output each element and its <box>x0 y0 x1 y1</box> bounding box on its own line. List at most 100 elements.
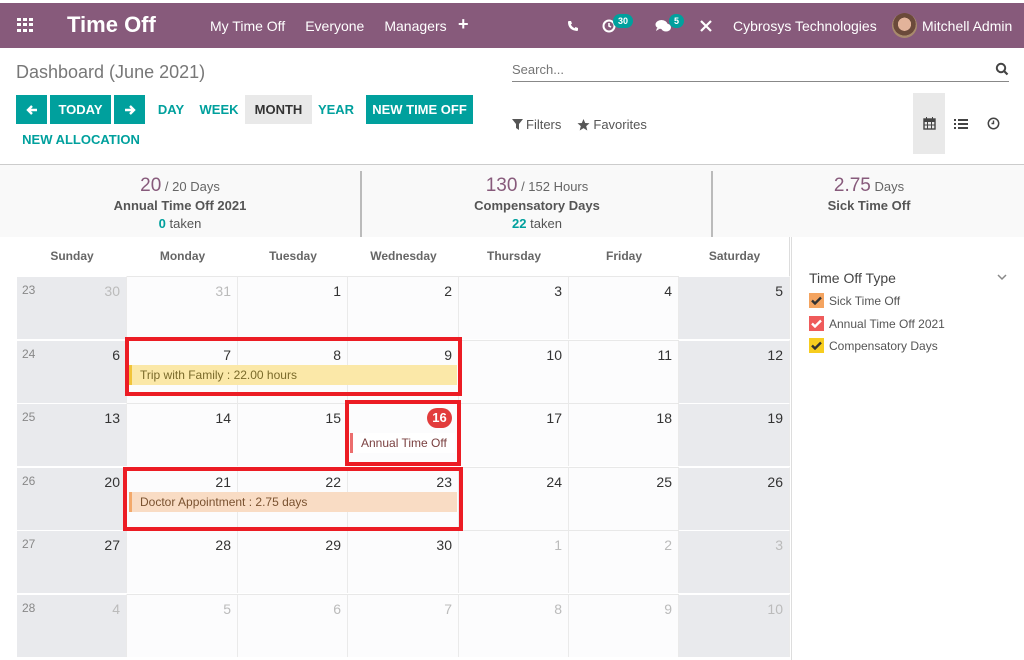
plus-icon[interactable]: + <box>458 14 469 35</box>
menu-everyone[interactable]: Everyone <box>305 18 364 34</box>
scale-year-button[interactable]: Year <box>314 95 358 124</box>
day-cell[interactable]: 3 <box>459 276 569 339</box>
user-menu[interactable]: Mitchell Admin <box>892 3 1012 48</box>
company-switcher[interactable]: Cybrosys Technologies <box>733 3 877 48</box>
day-number: 26 <box>767 473 783 490</box>
favorites-dropdown[interactable]: Favorites <box>577 117 647 132</box>
next-button[interactable] <box>114 95 145 124</box>
filter-section-title[interactable]: Time Off Type <box>809 270 896 286</box>
day-cell[interactable]: 30 <box>348 530 459 593</box>
day-cell[interactable]: 18 <box>569 403 679 466</box>
list-view-button[interactable] <box>945 93 977 154</box>
day-number: 7 <box>223 346 231 363</box>
search-options: Filters Favorites <box>512 117 663 132</box>
day-number: 10 <box>546 346 562 363</box>
day-cell[interactable]: 6 <box>238 593 348 657</box>
search-icon[interactable] <box>995 62 1009 76</box>
week-number: 26 <box>22 473 36 488</box>
day-cell[interactable]: 9 <box>569 593 679 657</box>
day-cell[interactable]: 25 13 <box>17 403 127 466</box>
event-annual-time-off[interactable]: Annual Time Off <box>350 433 455 453</box>
day-cell[interactable]: 23 30 <box>17 276 127 339</box>
day-cell[interactable]: 8 <box>459 593 569 657</box>
scale-week-button[interactable]: Week <box>196 95 242 124</box>
day-number: 4 <box>664 283 672 299</box>
day-cell[interactable]: 29 <box>238 530 348 593</box>
checkbox[interactable] <box>809 338 824 353</box>
filter-sick-time-off[interactable]: Sick Time Off <box>809 293 900 308</box>
day-number: 5 <box>775 283 783 299</box>
summary-suffix: / 20 Days <box>164 179 220 194</box>
clock-icon <box>987 117 999 130</box>
chevron-down-icon[interactable] <box>997 270 1007 284</box>
day-cell[interactable]: 11 <box>569 339 679 403</box>
today-button[interactable]: Today <box>50 95 111 124</box>
day-number: 27 <box>104 537 120 553</box>
day-cell[interactable]: 27 27 <box>17 530 127 593</box>
month-calendar: Sunday Monday Tuesday Wednesday Thursday Frid… <box>17 237 790 660</box>
scale-month-button[interactable]: Month <box>245 95 312 124</box>
filter-annual-time-off-2021[interactable]: Annual Time Off 2021 <box>809 316 945 331</box>
day-number: 3 <box>554 283 562 299</box>
day-cell[interactable]: 1 <box>238 276 348 339</box>
scale-day-button[interactable]: Day <box>150 95 192 124</box>
new-time-off-button[interactable]: New Time Off <box>366 95 473 124</box>
weekday-label: Thursday <box>486 249 541 263</box>
activity-button[interactable]: 30 <box>602 3 634 48</box>
day-number: 6 <box>333 600 341 617</box>
day-cell[interactable]: 17 <box>459 403 569 466</box>
app-title[interactable]: Time Off <box>67 12 156 38</box>
day-cell[interactable]: 1 <box>459 530 569 593</box>
day-cell[interactable]: 26 <box>679 466 790 530</box>
checkbox[interactable] <box>809 316 824 331</box>
arrow-right-icon <box>124 104 136 115</box>
menu-managers[interactable]: Managers <box>384 18 446 34</box>
day-cell[interactable]: 19 <box>679 403 790 466</box>
day-cell[interactable]: 26 20 <box>17 466 127 530</box>
filter-compensatory-days[interactable]: Compensatory Days <box>809 338 938 353</box>
day-cell[interactable]: 5 <box>127 593 238 657</box>
summary-name: Compensatory Days <box>474 198 600 213</box>
messages-button[interactable]: 5 <box>655 3 685 48</box>
search-input[interactable] <box>512 58 982 77</box>
day-cell[interactable]: 10 <box>679 593 790 657</box>
day-cell[interactable]: 28 <box>127 530 238 593</box>
calendar-view-button[interactable] <box>913 93 945 154</box>
activity-view-button[interactable] <box>977 93 1009 154</box>
day-cell[interactable]: 2 <box>569 530 679 593</box>
day-cell[interactable]: 14 <box>127 403 238 466</box>
day-cell[interactable]: 15 <box>238 403 348 466</box>
menu-my-time-off[interactable]: My Time Off <box>210 18 285 34</box>
day-cell[interactable]: 5 <box>679 276 790 339</box>
time-off-summary: 20 / 20 Days Annual Time Off 2021 0 take… <box>0 165 1024 237</box>
previous-button[interactable] <box>16 95 47 124</box>
day-number: 12 <box>767 346 783 363</box>
list-icon <box>954 118 968 129</box>
top-navbar: Time Off My Time Off Everyone Managers +… <box>0 3 1024 48</box>
day-number: 30 <box>436 537 452 553</box>
checkbox[interactable] <box>809 293 824 308</box>
day-cell[interactable]: 10 <box>459 339 569 403</box>
day-cell[interactable]: 2 <box>348 276 459 339</box>
day-cell[interactable]: 12 <box>679 339 790 403</box>
apps-menu-icon[interactable] <box>17 18 33 32</box>
debug-tools-icon[interactable] <box>699 3 713 48</box>
day-cell[interactable]: 4 <box>569 276 679 339</box>
phone-icon[interactable] <box>567 3 579 48</box>
summary-taken-value: 0 <box>158 216 166 231</box>
day-cell[interactable]: 3 <box>679 530 790 593</box>
event-doctor-appointment[interactable]: Doctor Appointment : 2.75 days <box>129 492 457 512</box>
event-trip-with-family[interactable]: Trip with Family : 22.00 hours <box>129 365 457 385</box>
new-allocation-button[interactable]: New Allocation <box>16 126 146 152</box>
day-cell[interactable]: 24 6 <box>17 339 127 403</box>
day-cell[interactable]: 28 4 <box>17 593 127 657</box>
filters-dropdown[interactable]: Filters <box>512 117 561 132</box>
day-cell[interactable]: 7 <box>348 593 459 657</box>
summary-name: Sick Time Off <box>827 198 911 213</box>
weekday-label: Friday <box>605 249 642 263</box>
calendar-icon <box>922 117 936 130</box>
day-cell[interactable]: 24 <box>459 466 569 530</box>
filter-label: Sick Time Off <box>829 293 901 308</box>
day-cell[interactable]: 25 <box>569 466 679 530</box>
day-cell[interactable]: 31 <box>127 276 238 339</box>
